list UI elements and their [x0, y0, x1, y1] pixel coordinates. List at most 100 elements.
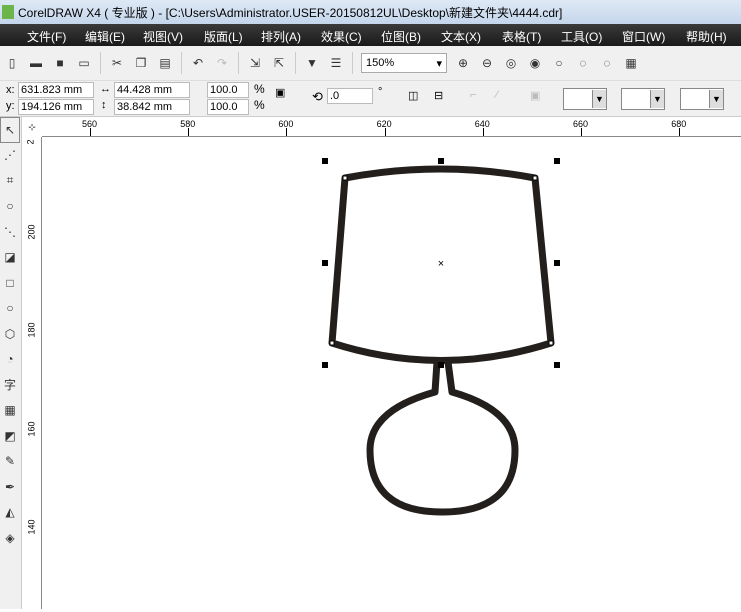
- scale-x-field[interactable]: 100.0: [207, 82, 249, 98]
- copy-icon[interactable]: ❐: [133, 55, 149, 71]
- separator: [181, 52, 182, 74]
- application-launcher-icon[interactable]: ▼: [304, 55, 320, 71]
- line-style-select[interactable]: ▼: [621, 88, 665, 110]
- combine-icon[interactable]: ▣: [530, 89, 540, 102]
- ruler-tick: [679, 128, 681, 136]
- start-arrow-select[interactable]: ▼: [563, 88, 607, 110]
- ruler-origin[interactable]: ⊹: [22, 117, 42, 137]
- paste-icon[interactable]: ▤: [157, 55, 173, 71]
- menu-item[interactable]: 排列(A): [261, 28, 301, 45]
- chevron-down-icon: ▼: [709, 90, 723, 108]
- ruler-tick: [188, 128, 190, 136]
- to-curve-icon[interactable]: ⌐: [470, 89, 476, 101]
- ruler-label: 160: [26, 421, 37, 437]
- drawing: ×: [322, 158, 560, 516]
- ruler-label: 140: [26, 519, 37, 535]
- height-icon: ↕: [101, 99, 107, 111]
- zoom-level-select[interactable]: 150% ▾: [361, 53, 447, 73]
- ruler-tick: [90, 128, 91, 136]
- text-tool-icon[interactable]: 字: [0, 372, 20, 398]
- polygon-tool-icon[interactable]: ⬡: [0, 321, 20, 347]
- y-position-field[interactable]: 194.126 mm: [18, 99, 94, 115]
- menu-item[interactable]: 位图(B): [381, 28, 421, 45]
- window-title: CorelDRAW X4 ( 专业版 ) - [C:\Users\Adminis…: [18, 5, 563, 20]
- crop-tool-icon[interactable]: ⌗: [0, 168, 20, 194]
- lock-ratio-icon[interactable]: ▣: [275, 86, 285, 99]
- menu-item[interactable]: 效果(C): [321, 28, 362, 45]
- menu-item[interactable]: 编辑(E): [85, 28, 125, 45]
- zoom-selected-icon[interactable]: ◎: [503, 55, 519, 71]
- drawing-canvas[interactable]: ×: [43, 138, 741, 609]
- undo-icon[interactable]: ↶: [190, 55, 206, 71]
- height-field[interactable]: 38.842 mm: [114, 99, 190, 115]
- ruler-label: 180: [26, 322, 37, 338]
- end-arrow-select[interactable]: ▼: [680, 88, 724, 110]
- zoom-width-icon[interactable]: ◌: [575, 55, 591, 71]
- zoom-tool-icon[interactable]: ○: [0, 194, 20, 220]
- lamp-base-shape: [366, 361, 519, 516]
- percent-label: %: [254, 82, 265, 96]
- table-tool-icon[interactable]: ▦: [0, 398, 20, 424]
- menu-item[interactable]: 表格(T): [502, 28, 541, 45]
- rotate-icon: ⟲: [312, 89, 323, 104]
- menu-item[interactable]: 版面(L): [204, 28, 243, 45]
- save-icon[interactable]: ■: [52, 55, 68, 71]
- menu-item[interactable]: 视图(V): [143, 28, 183, 45]
- options-icon[interactable]: ▦: [623, 55, 639, 71]
- menu-item[interactable]: 工具(O): [561, 28, 602, 45]
- zoom-out-icon[interactable]: ⊖: [479, 55, 495, 71]
- separator: [100, 52, 101, 74]
- mirror-vertical-icon[interactable]: ⊟: [434, 89, 443, 102]
- fill-tool-icon[interactable]: ◭: [0, 500, 20, 526]
- redo-icon[interactable]: ↷: [214, 55, 230, 71]
- zoom-level-value: 150%: [366, 57, 395, 69]
- menu-item[interactable]: 帮助(H): [686, 28, 727, 45]
- menu-item[interactable]: 文本(X): [441, 28, 481, 45]
- open-icon[interactable]: ▬: [28, 55, 44, 71]
- pick-tool-icon[interactable]: ↖: [0, 117, 20, 143]
- interactive-blend-tool-icon[interactable]: ◩: [0, 423, 20, 449]
- ruler-label: 200: [26, 224, 37, 240]
- ellipse-tool-icon[interactable]: ○: [0, 296, 20, 322]
- export-icon[interactable]: ⇱: [271, 55, 287, 71]
- freehand-tool-icon[interactable]: ⋱: [0, 219, 20, 245]
- ruler-tick: [482, 128, 484, 136]
- rectangle-tool-icon[interactable]: □: [0, 270, 20, 296]
- scale-y-field[interactable]: 100.0: [207, 99, 249, 115]
- mirror-horizontal-icon[interactable]: ◫: [408, 89, 418, 102]
- ruler-tick: [581, 128, 582, 136]
- basic-shapes-tool-icon[interactable]: ◔: [0, 347, 20, 373]
- smart-fill-tool-icon[interactable]: ◪: [0, 245, 20, 271]
- ruler-tick: [286, 128, 288, 136]
- new-icon[interactable]: ▯: [4, 55, 20, 71]
- zoom-height-icon[interactable]: ◌: [599, 55, 615, 71]
- eyedropper-tool-icon[interactable]: ✎: [0, 449, 20, 475]
- menu-item[interactable]: 文件(F): [27, 28, 66, 45]
- horizontal-ruler: 560 580 600 620 640 660 680: [42, 117, 741, 137]
- ruler-tick: [384, 128, 386, 136]
- print-icon[interactable]: ▭: [76, 55, 92, 71]
- width-field[interactable]: 44.428 mm: [114, 82, 190, 98]
- x-position-field[interactable]: 631.823 mm: [18, 82, 94, 98]
- chevron-down-icon: ▼: [592, 90, 606, 108]
- interactive-fill-tool-icon[interactable]: ◈: [0, 525, 20, 551]
- outline-tool-icon[interactable]: ✒: [0, 474, 20, 500]
- zoom-in-icon[interactable]: ⊕: [455, 55, 471, 71]
- width-icon: ↔: [100, 83, 111, 95]
- chevron-down-icon: ▾: [436, 57, 442, 70]
- vertical-ruler: 2 200 180 160 140: [22, 137, 42, 609]
- standard-toolbar: ▯ ▬ ■ ▭ ✂ ❐ ▤ ↶ ↷ ⇲ ⇱ ▼ ☰ 150% ▾ ⊕ ⊖ ◎ ◉ …: [0, 46, 741, 81]
- toolbox: ↖ ⋰ ⌗ ○ ⋱ ◪ □ ○ ⬡ ◔ 字 ▦ ◩ ✎ ✒ ◭ ◈: [0, 117, 22, 609]
- rotation-field[interactable]: .0: [327, 88, 373, 104]
- convert-line-icon[interactable]: ⁄: [496, 89, 498, 101]
- ruler-label: 2: [25, 139, 36, 145]
- separator: [295, 52, 296, 74]
- menu-item[interactable]: 窗口(W): [622, 28, 665, 45]
- cut-icon[interactable]: ✂: [109, 55, 125, 71]
- zoom-all-icon[interactable]: ◉: [527, 55, 543, 71]
- shape-tool-icon[interactable]: ⋰: [0, 143, 20, 169]
- title-bar: CorelDRAW X4 ( 专业版 ) - [C:\Users\Adminis…: [0, 0, 741, 24]
- zoom-page-icon[interactable]: ○: [551, 55, 567, 71]
- import-icon[interactable]: ⇲: [247, 55, 263, 71]
- welcome-icon[interactable]: ☰: [328, 55, 344, 71]
